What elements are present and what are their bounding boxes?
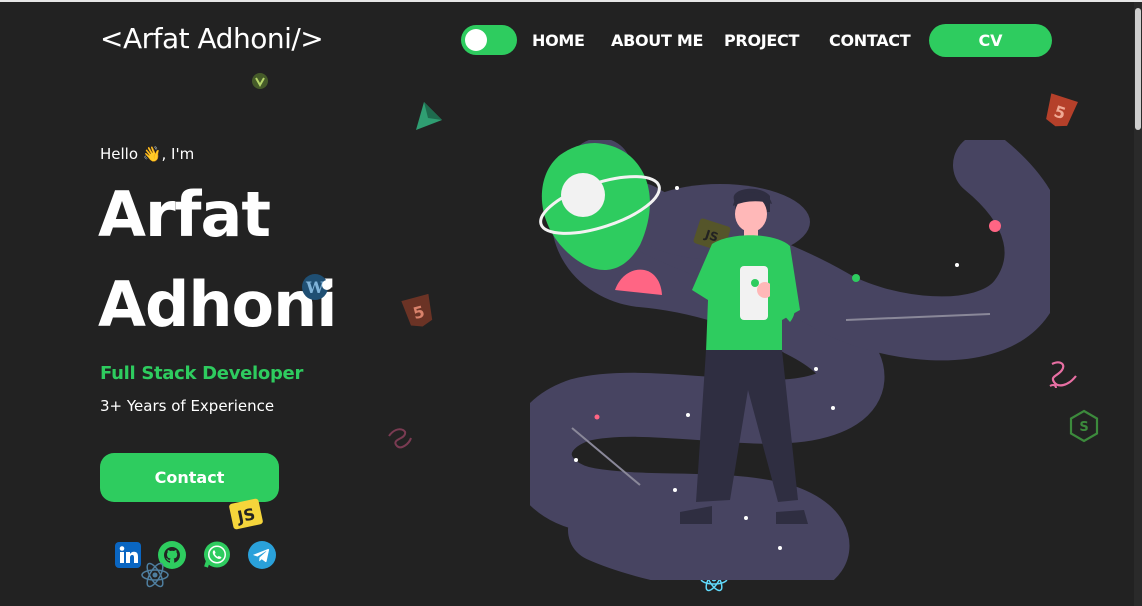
javascript-icon: JS (229, 498, 263, 530)
vue-logo-icon (252, 73, 268, 89)
html5-icon-2: 5 (401, 293, 433, 327)
svg-text:W: W (305, 278, 325, 297)
telegram-icon[interactable] (247, 540, 277, 570)
site-logo[interactable]: <Arfat Adhoni/> (100, 22, 324, 55)
nav-project[interactable]: PROJECT (724, 31, 799, 50)
react-icon (141, 562, 169, 588)
sass-icon (388, 428, 412, 449)
linkedin-icon[interactable] (113, 540, 143, 570)
wordpress-icon: W (302, 274, 332, 300)
sass-icon-2 (1049, 361, 1077, 389)
nav-about-me[interactable]: ABOUT ME (611, 31, 703, 50)
scrollbar-thumb[interactable] (1135, 8, 1141, 130)
role-title: Full Stack Developer (100, 363, 304, 384)
nav-home[interactable]: HOME (532, 31, 585, 50)
greeting: Hello 👋, I'm (100, 145, 194, 163)
experience-text: 3+ Years of Experience (100, 397, 275, 415)
browser-top-edge (0, 0, 1142, 2)
html5-icon: 5 (1046, 93, 1078, 127)
wave-emoji: 👋 (142, 145, 162, 163)
greeting-suffix: , I'm (161, 145, 195, 163)
spring-boot-icon: S (1069, 409, 1099, 443)
greeting-prefix: Hello (100, 145, 139, 163)
nuxt-logo-icon (416, 102, 442, 130)
contact-button[interactable]: Contact (100, 453, 279, 502)
page-scrollbar[interactable] (1134, 2, 1142, 606)
hero-illustration: JS (530, 140, 1050, 580)
svg-text:S: S (1079, 420, 1088, 435)
nav-contact[interactable]: CONTACT (829, 31, 911, 50)
first-name: Arfat (98, 178, 271, 251)
toggle-knob (465, 29, 487, 51)
theme-toggle[interactable] (461, 25, 517, 55)
cv-button[interactable]: CV (929, 24, 1052, 57)
svg-text:JS: JS (235, 504, 257, 526)
whatsapp-icon[interactable] (202, 540, 232, 570)
